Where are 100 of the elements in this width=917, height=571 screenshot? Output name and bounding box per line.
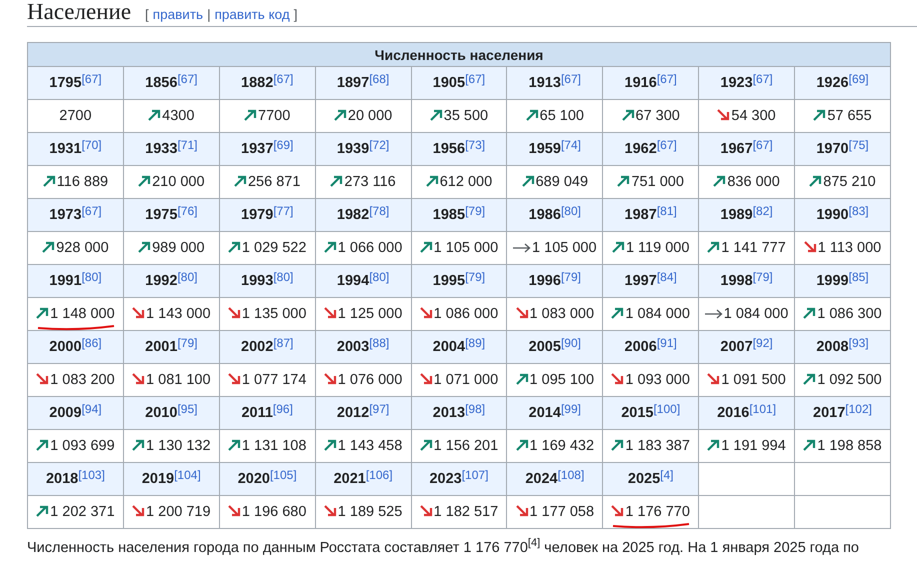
- reference-link[interactable]: [100]: [653, 402, 680, 416]
- population-cell: 35 500: [411, 100, 507, 132]
- population-cell: 1 081 100: [123, 364, 220, 396]
- reference-link[interactable]: [83]: [848, 204, 869, 218]
- reference-link[interactable]: [79]: [465, 204, 486, 218]
- reference-link[interactable]: [76]: [177, 204, 198, 218]
- up-arrow-icon: [611, 439, 624, 451]
- reference-link[interactable]: [67]: [656, 138, 677, 152]
- reference-link[interactable]: [95]: [177, 402, 198, 416]
- reference-link[interactable]: [103]: [78, 468, 105, 482]
- reference-link[interactable]: [68]: [369, 72, 390, 86]
- year-cell: 2017$^{[102]}$: [794, 396, 890, 430]
- year-cell: 1939$^{[72]}$: [315, 132, 411, 166]
- reference-link[interactable]: [67]: [656, 72, 677, 86]
- table-caption: Численность населения: [28, 42, 890, 66]
- population-cell: 928 000: [28, 232, 124, 264]
- population-cell: 1 189 525: [315, 496, 411, 528]
- up-arrow-icon: [803, 307, 816, 319]
- reference-link[interactable]: [88]: [369, 336, 390, 350]
- reference-link[interactable]: [80]: [273, 270, 294, 284]
- year-cell: 2012$^{[97]}$: [315, 396, 411, 430]
- reference-link[interactable]: [77]: [273, 204, 294, 218]
- reference-link[interactable]: [91]: [656, 336, 677, 350]
- reference-link[interactable]: [98]: [465, 402, 486, 416]
- down-arrow-icon: [611, 373, 624, 385]
- reference-link[interactable]: [79]: [752, 270, 773, 284]
- population-cell: 7700: [219, 100, 316, 132]
- up-arrow-icon: [426, 175, 439, 187]
- population-cell: 1 177 058: [506, 496, 603, 528]
- reference-link[interactable]: [94]: [82, 402, 102, 416]
- population-cell: 1 169 432: [506, 430, 603, 462]
- reference-link[interactable]: [96]: [272, 402, 293, 416]
- reference-link[interactable]: [85]: [848, 270, 869, 284]
- up-arrow-icon: [420, 241, 433, 253]
- reference-link[interactable]: [106]: [366, 468, 393, 482]
- reference-link[interactable]: [80]: [560, 204, 581, 218]
- reference-link[interactable]: [69]: [273, 138, 294, 152]
- reference-link[interactable]: [78]: [369, 204, 390, 218]
- year-cell: 1882$^{[67]}$: [219, 66, 316, 100]
- reference-link[interactable]: [97]: [369, 402, 390, 416]
- year-cell: 2020$^{[105]}$: [219, 462, 316, 496]
- reference-link[interactable]: [93]: [848, 336, 869, 350]
- reference-link[interactable]: [67]: [465, 72, 486, 86]
- reference-link[interactable]: [71]: [177, 138, 198, 152]
- reference-link[interactable]: [107]: [462, 468, 488, 482]
- reference-link[interactable]: [79]: [177, 336, 198, 350]
- up-arrow-icon: [809, 175, 822, 187]
- up-arrow-icon: [803, 373, 816, 385]
- reference-link[interactable]: [108]: [558, 468, 584, 482]
- edit-link[interactable]: править: [152, 7, 204, 22]
- reference-link[interactable]: [79]: [465, 270, 486, 284]
- reference-link[interactable]: [80]: [177, 270, 198, 284]
- reference-link[interactable]: [74]: [560, 138, 581, 152]
- year-cell: 2008$^{[93]}$: [794, 330, 890, 364]
- reference-link[interactable]: [67]: [752, 72, 773, 86]
- reference-link[interactable]: [89]: [465, 336, 486, 350]
- reference-link[interactable]: [70]: [82, 138, 102, 152]
- year-cell: 1937$^{[69]}$: [219, 132, 316, 166]
- down-arrow-icon: [228, 505, 241, 517]
- reference-link[interactable]: [69]: [848, 72, 869, 86]
- year-cell: 1970$^{[75]}$: [794, 132, 890, 166]
- reference-link[interactable]: [87]: [273, 336, 294, 350]
- reference-link[interactable]: [67]: [82, 72, 102, 86]
- population-cell: 751 000: [602, 166, 699, 198]
- reference-link[interactable]: [104]: [174, 468, 201, 482]
- reference-link[interactable]: [99]: [560, 402, 581, 416]
- reference-link[interactable]: [79]: [560, 270, 581, 284]
- reference-link[interactable]: [72]: [369, 138, 390, 152]
- edit-link[interactable]: править код: [214, 7, 290, 22]
- reference-link[interactable]: [81]: [656, 204, 677, 218]
- reference-link[interactable]: [105]: [270, 468, 297, 482]
- up-arrow-icon: [36, 307, 50, 319]
- year-cell: 1967$^{[67]}$: [698, 132, 794, 166]
- up-arrow-icon: [148, 109, 162, 121]
- reference-link[interactable]: [67]: [560, 72, 581, 86]
- population-cell: 1 093 699: [28, 430, 124, 462]
- reference-link[interactable]: [84]: [656, 270, 677, 284]
- reference-link[interactable]: [75]: [848, 138, 869, 152]
- up-arrow-icon: [228, 241, 241, 253]
- down-arrow-icon: [717, 109, 730, 121]
- reference-link[interactable]: [67]: [82, 204, 102, 218]
- population-cell: 256 871: [219, 166, 316, 198]
- reference-link[interactable]: [92]: [752, 336, 773, 350]
- up-arrow-icon: [612, 241, 625, 253]
- reference-link[interactable]: [80]: [369, 270, 390, 284]
- population-cell: 836 000: [698, 166, 794, 198]
- reference-link[interactable]: [67]: [273, 72, 294, 86]
- reference-link[interactable]: [90]: [560, 336, 581, 350]
- population-cell: 116 889: [28, 166, 124, 198]
- reference-link[interactable]: [4]: [660, 468, 674, 482]
- up-arrow-icon: [42, 241, 56, 253]
- reference-link[interactable]: [82]: [752, 204, 773, 218]
- reference-link[interactable]: [102]: [845, 402, 872, 416]
- reference-link[interactable]: [101]: [749, 402, 776, 416]
- reference-link[interactable]: [67]: [177, 72, 198, 86]
- reference-link[interactable]: [86]: [82, 336, 102, 350]
- reference-link[interactable]: [67]: [752, 138, 773, 152]
- population-cell: 1 182 517: [411, 496, 507, 528]
- reference-link[interactable]: [80]: [82, 270, 102, 284]
- reference-link[interactable]: [73]: [465, 138, 486, 152]
